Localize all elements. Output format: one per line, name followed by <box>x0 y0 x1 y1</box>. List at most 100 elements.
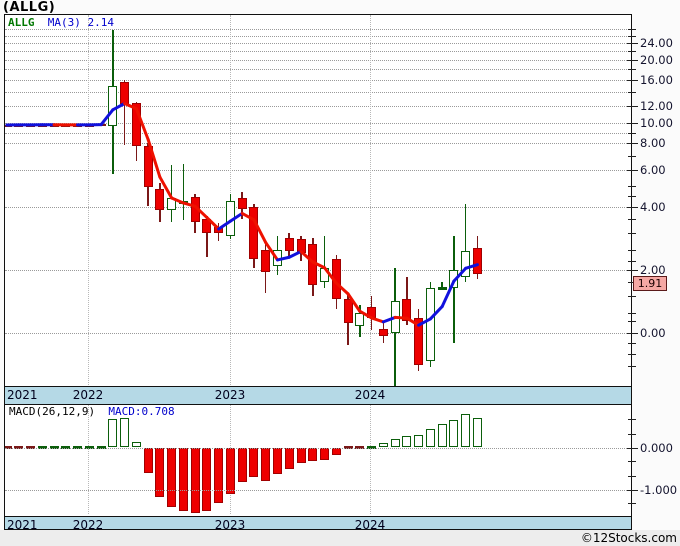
year-label: 2024 <box>354 388 386 402</box>
axis-tick-minor <box>628 51 636 53</box>
x-axis-band-main: 2021 2022 2023 2024 <box>4 386 632 405</box>
axis-tick-minor <box>628 218 636 220</box>
macd-bar <box>202 447 212 511</box>
axis-tick-minor <box>628 296 636 298</box>
macd-indicator-label: MACD(26,12,9) <box>9 405 96 418</box>
macd-zero-line <box>5 447 631 449</box>
price-axis-label: 24.00 <box>640 36 673 51</box>
year-label: 2024 <box>354 518 386 530</box>
axis-tick-minor <box>628 232 636 234</box>
macd-bar <box>108 419 118 448</box>
price-axis-label: 2.00 <box>640 263 666 277</box>
macd-bar <box>237 447 247 483</box>
axis-tick-major <box>627 270 638 271</box>
macd-bar <box>449 420 459 448</box>
macd-bar <box>272 447 282 474</box>
axis-tick-minor <box>628 365 636 367</box>
axis-tick-minor <box>628 342 636 344</box>
macd-bar <box>214 447 224 503</box>
macd-bar <box>249 447 259 478</box>
axis-tick-minor <box>628 92 636 94</box>
macd-bar <box>331 447 341 456</box>
x-axis-band-macd: 2021 2022 2023 2024 <box>4 516 632 530</box>
axis-tick-major <box>627 169 638 171</box>
price-axis-label: 12.00 <box>640 99 673 114</box>
axis-tick-minor <box>628 503 636 505</box>
gridline-v <box>370 405 371 514</box>
macd-bar <box>190 447 200 514</box>
year-label: 2023 <box>214 518 246 530</box>
price-axis-label: 4.00 <box>640 199 666 214</box>
axis-tick-minor <box>628 132 636 134</box>
macd-bar <box>284 447 294 469</box>
macd-axis-label: -1.000 <box>640 482 678 497</box>
macd-axis-label: 0.000 <box>640 440 673 455</box>
year-label: 2022 <box>72 518 104 530</box>
year-label: 2022 <box>72 388 104 402</box>
macd-bar <box>461 414 471 448</box>
macd-bar <box>320 447 330 460</box>
macd-bar <box>390 438 400 448</box>
axis-tick-major <box>627 143 638 145</box>
axis-tick-minor <box>628 461 636 463</box>
price-axis: 24.00 20.00 16.00 12.00 10.00 8.00 6.00 4.00 2.0… <box>627 0 680 530</box>
axis-tick-minor <box>628 28 636 30</box>
axis-tick-major <box>627 43 638 45</box>
axis-tick-minor <box>628 195 636 197</box>
year-label: 2021 <box>7 518 38 530</box>
macd-bar <box>308 447 318 462</box>
page-title: (ALLG) <box>3 0 56 15</box>
macd-bar <box>167 447 177 508</box>
watermark: ©12Stocks.com <box>580 531 677 545</box>
macd-bar <box>402 436 412 448</box>
price-badge: 1.91 <box>633 276 667 291</box>
price-axis-label: 8.00 <box>640 136 666 151</box>
macd-bar <box>414 435 424 448</box>
macd-current-value: MACD:0.708 <box>108 405 175 418</box>
price-axis-label: 10.00 <box>640 116 673 131</box>
axis-tick-minor <box>628 186 636 188</box>
macd-bar <box>143 447 153 473</box>
price-axis-label: 6.00 <box>640 162 666 177</box>
macd-bar <box>261 447 271 481</box>
year-label: 2023 <box>214 388 246 402</box>
chart-page: { "title": "(ALLG)", "legend": {"symbol"… <box>0 0 680 546</box>
axis-tick-minor <box>628 35 636 37</box>
macd-panel: MACD(26,12,9) MACD:0.708 <box>4 405 632 516</box>
macd-bar <box>296 447 306 464</box>
ma-line <box>5 102 479 327</box>
macd-gridline <box>5 489 631 491</box>
macd-header: MACD(26,12,9) MACD:0.708 <box>9 405 175 418</box>
footer-strip <box>0 530 680 546</box>
axis-tick-minor <box>628 433 636 435</box>
macd-bar <box>225 447 235 494</box>
axis-tick-minor <box>628 261 636 263</box>
macd-bar <box>472 417 482 448</box>
price-axis-label: 16.00 <box>640 73 673 88</box>
axis-tick-minor <box>628 312 636 314</box>
year-label: 2021 <box>7 388 38 402</box>
macd-bar <box>178 447 188 512</box>
macd-bar <box>425 429 435 448</box>
axis-tick-minor <box>628 155 636 157</box>
axis-tick-major <box>627 123 638 125</box>
macd-bar <box>437 424 447 448</box>
axis-tick-minor <box>628 419 636 421</box>
price-axis-label: 20.00 <box>640 52 673 67</box>
axis-tick-major <box>627 59 638 61</box>
axis-tick-major <box>627 447 638 449</box>
macd-bar <box>120 418 130 448</box>
gridline-v <box>88 405 89 514</box>
axis-tick-major <box>627 80 638 82</box>
axis-tick-minor <box>628 320 636 322</box>
axis-tick-major <box>627 333 638 335</box>
axis-tick-major <box>627 206 638 208</box>
axis-tick-major <box>627 489 638 491</box>
axis-tick-minor <box>628 249 636 251</box>
price-chart-panel: ALLG MA(3) 2.14 <box>4 14 632 386</box>
price-axis-label: 0.00 <box>640 326 666 341</box>
axis-tick-minor <box>628 475 636 477</box>
axis-tick-minor <box>628 353 636 355</box>
axis-tick-minor <box>628 69 636 71</box>
axis-tick-major <box>627 106 638 108</box>
